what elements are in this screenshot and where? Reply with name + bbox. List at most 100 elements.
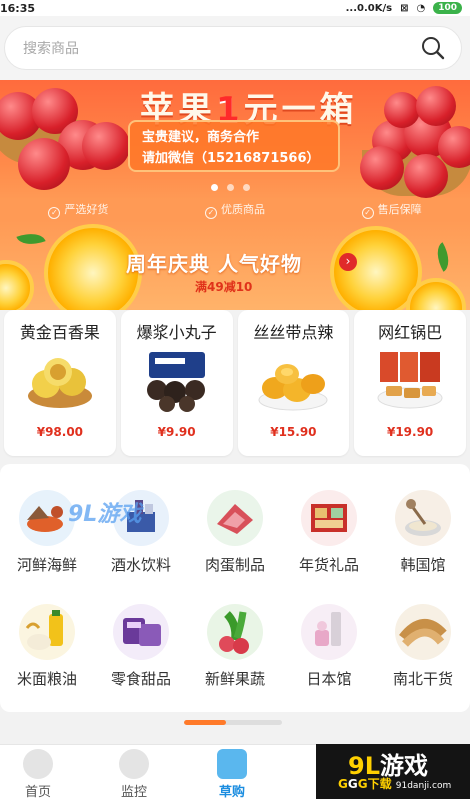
passion-fruit-image: [27, 358, 92, 408]
shopping-bag-icon: [217, 749, 247, 779]
category-scroll-indicator: [184, 720, 282, 725]
guarantee-label: 优质商品: [220, 203, 265, 216]
product-price: ¥9.90: [157, 425, 196, 439]
guarantee-label: 严选好货: [64, 203, 109, 216]
arrow-right-icon[interactable]: ›: [339, 253, 357, 271]
apple-image: [416, 86, 456, 126]
carousel-dot[interactable]: [211, 184, 218, 191]
product-name: 丝丝带点辣: [253, 323, 334, 342]
promo-banner[interactable]: 周年庆典 人气好物 › 满49减10: [0, 220, 470, 310]
network-speed: ...0.0K/s: [345, 2, 393, 14]
tab-label: 监控: [120, 785, 147, 799]
home-icon: [23, 749, 53, 779]
banner-contact-box: 宝贵建议，商务合作 请加微信（15216871566）: [128, 120, 340, 172]
category-grain-oil[interactable]: 米面粮油: [0, 604, 94, 689]
tab-home[interactable]: 首页: [2, 749, 74, 799]
camera-icon: [119, 749, 149, 779]
check-circle-icon: ✓: [361, 207, 374, 219]
crispy-rice-image: [377, 352, 443, 409]
tab-label: 首页: [24, 785, 51, 799]
status-right: ...0.0K/s ⊠ ◔ 100: [346, 2, 462, 14]
tab-label: 草购: [218, 785, 245, 799]
battery-icon: 100: [433, 2, 462, 14]
product-card[interactable]: 丝丝带点辣 ¥15.90: [237, 310, 350, 456]
category-snacks[interactable]: 零食甜品: [94, 604, 188, 689]
grain-oil-icon: [19, 604, 75, 660]
category-label: 南北干货: [392, 670, 453, 688]
check-circle-icon: ✓: [204, 207, 217, 219]
sim-icon: ⊠: [400, 2, 409, 14]
guarantee-item: ✓ 优质商品: [204, 201, 265, 219]
category-fresh-produce[interactable]: 新鲜果蔬: [188, 604, 282, 689]
category-korea[interactable]: 韩国馆: [376, 490, 470, 575]
corner-sub-c: G下载: [357, 777, 392, 791]
category-gifts[interactable]: 年货礼品: [282, 490, 376, 575]
egg-snack-image: [258, 364, 328, 411]
carousel-dot[interactable]: [243, 184, 250, 191]
japan-goods-icon: [301, 604, 357, 660]
vegetables-icon: [207, 604, 263, 660]
category-label: 新鲜果蔬: [204, 670, 265, 688]
watermark: 9L游戏: [68, 502, 142, 527]
category-label: 酒水饮料: [110, 556, 171, 574]
product-card[interactable]: 网红锅巴 ¥19.90: [354, 310, 466, 456]
product-card[interactable]: 黄金百香果 ¥98.00: [4, 310, 116, 456]
product-row: 黄金百香果 ¥98.00 爆浆小丸子 ¥9.90 丝丝带点辣 ¥15.90 网红…: [0, 310, 470, 456]
category-dried-goods[interactable]: 南北干货: [376, 604, 470, 689]
search-area: 搜索商品: [0, 16, 470, 80]
leaf-image: [16, 227, 46, 251]
search-icon[interactable]: [421, 36, 445, 60]
corner-site: 91danji.com: [395, 781, 452, 791]
korea-goods-icon: [395, 490, 451, 546]
seafood-icon: [19, 490, 75, 546]
promo-title: 周年庆典 人气好物: [126, 252, 302, 276]
watermark-corner-logo: 9L游戏 GGG下载 91danji.com: [316, 744, 470, 799]
product-name: 爆浆小丸子: [136, 323, 217, 342]
apple-image: [82, 122, 130, 170]
category-label: 肉蛋制品: [204, 556, 265, 574]
search-input[interactable]: 搜索商品: [4, 26, 462, 70]
category-label: 河鲜海鲜: [16, 556, 77, 574]
promo-subtitle: 满49减10: [195, 280, 253, 294]
category-label: 日本馆: [306, 670, 352, 688]
apple-banner[interactable]: 苹果1元一箱 宝贵建议，商务合作 请加微信（15216871566）: [0, 80, 470, 200]
apple-image: [18, 138, 70, 190]
product-card[interactable]: 爆浆小丸子 ¥9.90: [120, 310, 233, 456]
corner-sub: GGG下载 91danji.com: [338, 775, 451, 792]
product-name: 黄金百香果: [19, 323, 100, 342]
leaf-image: [430, 242, 456, 272]
category-label: 年货礼品: [298, 556, 359, 574]
carousel-dot[interactable]: [227, 184, 234, 191]
status-time: 16:35: [0, 1, 36, 15]
snack-balls-image: [146, 352, 205, 412]
carousel-dots[interactable]: [211, 184, 250, 191]
guarantee-bar: ✓ 严选好货 ✓ 优质商品 ✓ 售后保障: [0, 200, 470, 220]
banner-line1: 宝贵建议，商务合作: [142, 130, 260, 145]
meat-icon: [207, 490, 263, 546]
wifi-icon: ◔: [416, 2, 426, 14]
product-name: 网红锅巴: [378, 323, 443, 342]
corner-sub-b: G: [347, 777, 358, 791]
corner-sub-a: G: [338, 777, 348, 791]
category-label: 韩国馆: [400, 556, 446, 574]
category-label: 米面粮油: [16, 670, 77, 688]
tab-shop[interactable]: 草购: [196, 749, 268, 799]
status-bar: 16:35 ...0.0K/s ⊠ ◔ 100: [0, 0, 470, 16]
guarantee-item: ✓ 售后保障: [361, 201, 422, 219]
scroll-indicator-thumb: [184, 720, 227, 725]
check-circle-icon: ✓: [48, 207, 61, 219]
apple-image: [360, 146, 404, 190]
guarantee-label: 售后保障: [377, 203, 422, 216]
apple-image: [384, 92, 420, 128]
category-meat-eggs[interactable]: 肉蛋制品: [188, 490, 282, 575]
snacks-icon: [113, 604, 169, 660]
orange-slice-image: [0, 260, 34, 310]
banner-line2: 请加微信（15216871566）: [142, 151, 320, 166]
tab-monitor[interactable]: 监控: [98, 749, 170, 799]
product-price: ¥98.00: [36, 425, 84, 439]
search-placeholder: 搜索商品: [23, 41, 79, 57]
category-japan[interactable]: 日本馆: [282, 604, 376, 689]
dried-goods-icon: [395, 604, 451, 660]
apple-image: [404, 154, 448, 198]
guarantee-item: ✓ 严选好货: [48, 201, 108, 219]
